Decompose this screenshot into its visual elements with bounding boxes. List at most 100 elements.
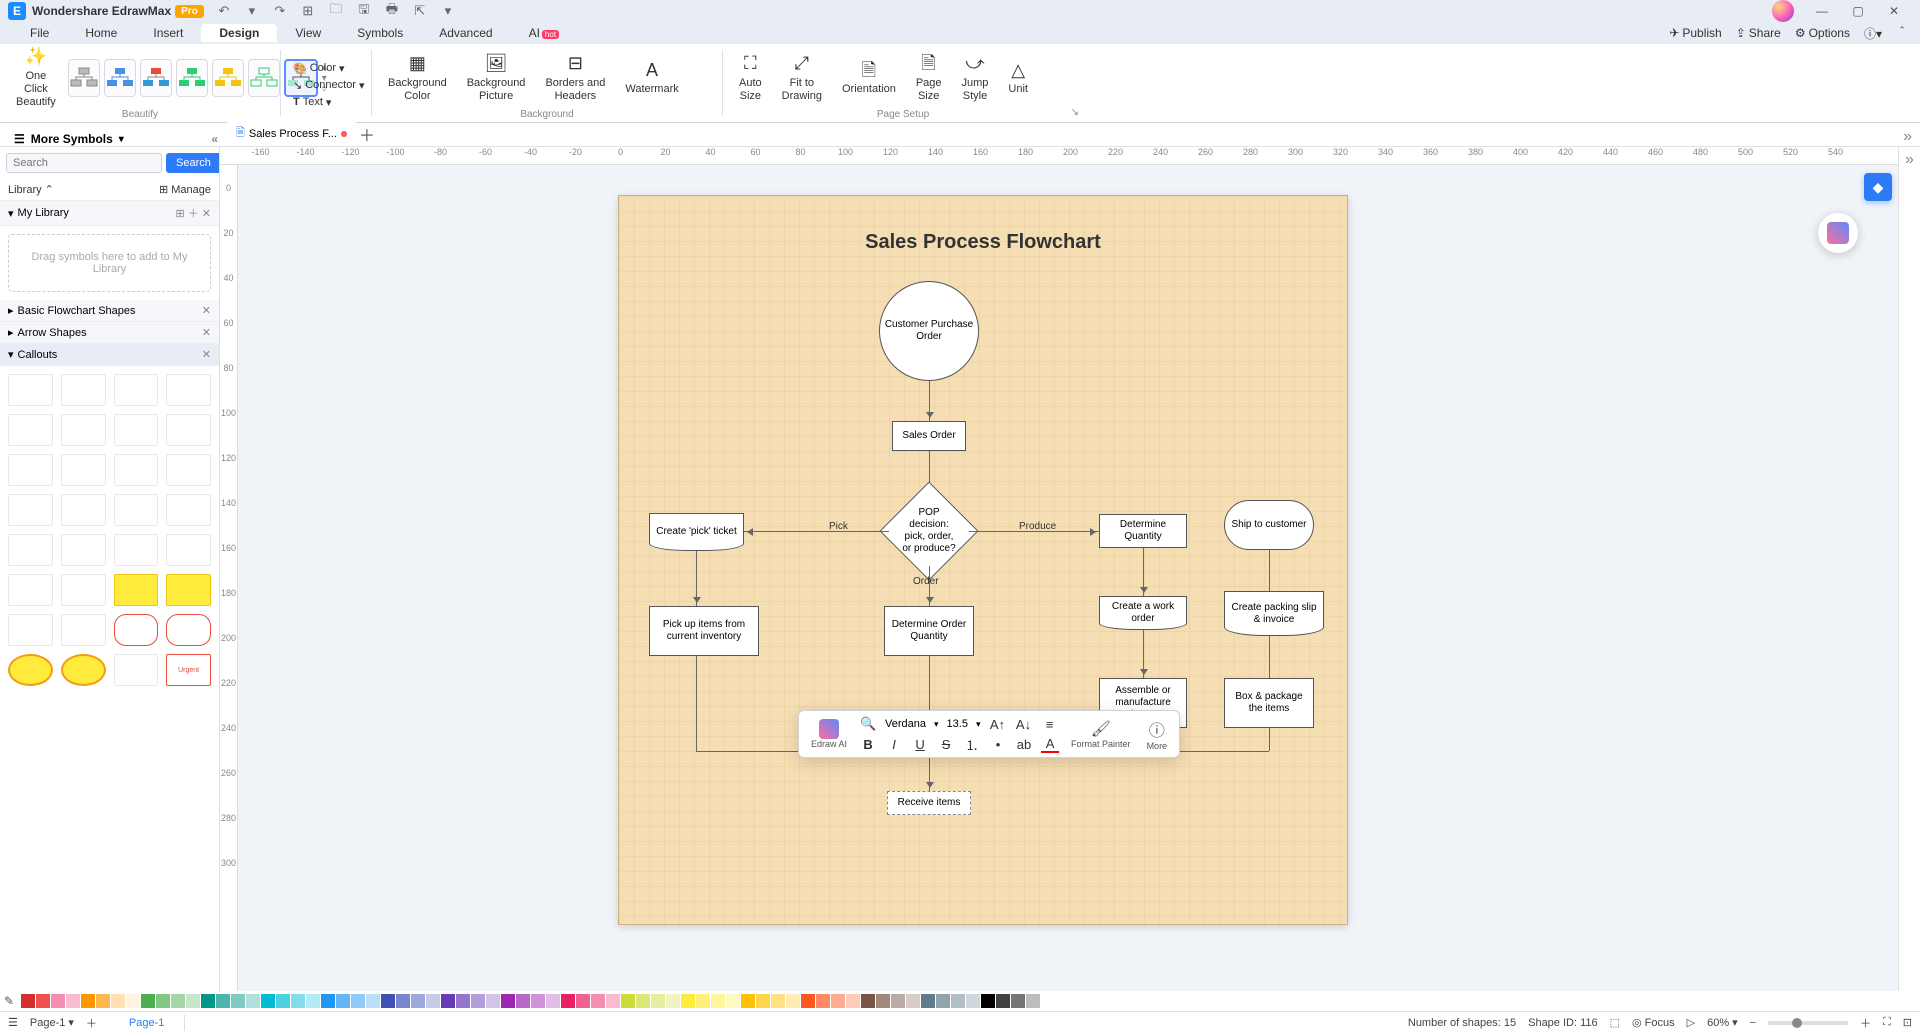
font-family-select[interactable]: Verdana — [885, 718, 926, 730]
color-swatch[interactable] — [516, 994, 530, 1008]
fit-page-icon[interactable]: ⛶ — [1883, 1016, 1891, 1029]
color-swatch[interactable] — [846, 994, 860, 1008]
color-swatch[interactable] — [1011, 994, 1025, 1008]
callout-shape[interactable] — [114, 574, 159, 606]
borders-headers-button[interactable]: ⊟Borders and Headers — [537, 48, 613, 108]
connector[interactable] — [1269, 728, 1270, 751]
color-swatch[interactable] — [891, 994, 905, 1008]
presentation-icon[interactable]: ▷ — [1687, 1016, 1695, 1029]
menu-home[interactable]: Home — [67, 24, 135, 42]
format-painter-button[interactable]: 🖌 Format Painter — [1067, 719, 1135, 749]
style-preset-2[interactable] — [104, 59, 136, 97]
color-swatch[interactable] — [666, 994, 680, 1008]
callout-shape[interactable] — [166, 534, 211, 566]
connector[interactable] — [1143, 548, 1144, 596]
print-icon[interactable]: 🖶 — [384, 3, 400, 19]
callout-shape[interactable] — [166, 574, 211, 606]
callout-shape[interactable] — [61, 614, 106, 646]
right-panel-collapsed[interactable]: » — [1898, 147, 1920, 991]
color-swatch[interactable] — [906, 994, 920, 1008]
decrease-font-icon[interactable]: A↓ — [1015, 715, 1033, 733]
my-library-drop-zone[interactable]: Drag symbols here to add to My Library — [8, 234, 211, 292]
maximize-button[interactable]: ▢ — [1840, 0, 1876, 22]
color-swatch[interactable] — [621, 994, 635, 1008]
callout-shape[interactable] — [8, 454, 53, 486]
add-tab-button[interactable]: ＋ — [357, 122, 377, 146]
callout-shape[interactable] — [166, 374, 211, 406]
callout-shape[interactable] — [166, 614, 211, 646]
callout-shape[interactable] — [61, 534, 106, 566]
callout-shape[interactable] — [61, 494, 106, 526]
page-select[interactable]: Page-1 ▾ — [30, 1016, 74, 1029]
page-setup-launcher[interactable]: ↘ — [1071, 107, 1079, 118]
shape-pick-ticket[interactable]: Create 'pick' ticket — [649, 513, 744, 551]
color-swatch[interactable] — [186, 994, 200, 1008]
library-dropdown[interactable]: Library ⌃ — [8, 183, 54, 196]
style-preset-6[interactable] — [248, 59, 280, 97]
color-swatch[interactable] — [81, 994, 95, 1008]
color-swatch[interactable] — [756, 994, 770, 1008]
color-swatch[interactable] — [816, 994, 830, 1008]
callout-shape[interactable] — [114, 534, 159, 566]
color-swatch[interactable] — [246, 994, 260, 1008]
color-swatch[interactable] — [321, 994, 335, 1008]
font-size-select[interactable]: 13.5 — [947, 718, 968, 730]
color-swatch[interactable] — [966, 994, 980, 1008]
callout-shape[interactable] — [61, 414, 106, 446]
shape-receive-items[interactable]: Receive items — [887, 791, 971, 815]
shape-determine-order-qty[interactable]: Determine Order Quantity — [884, 606, 974, 656]
color-swatch[interactable] — [501, 994, 515, 1008]
color-swatch[interactable] — [861, 994, 875, 1008]
color-swatch[interactable] — [831, 994, 845, 1008]
callout-shape[interactable] — [8, 654, 53, 686]
more-button[interactable]: ⓘ More — [1143, 717, 1172, 751]
canvas-scroll[interactable]: Sales Process Flowchart Customer Purchas… — [238, 165, 1898, 991]
color-swatch[interactable] — [261, 994, 275, 1008]
qat-more-icon[interactable]: ▾ — [440, 3, 456, 19]
basic-flowchart-section[interactable]: ▸Basic Flowchart Shapes✕ — [0, 300, 219, 322]
color-swatch[interactable] — [636, 994, 650, 1008]
document-tab[interactable]: 🗎 Sales Process F... — [226, 121, 357, 146]
callout-shape[interactable] — [114, 414, 159, 446]
strikethrough-icon[interactable]: S — [937, 735, 955, 753]
highlight-icon[interactable]: ab — [1015, 735, 1033, 753]
focus-button[interactable]: ◎ Focus — [1632, 1016, 1675, 1029]
color-swatch[interactable] — [771, 994, 785, 1008]
shape-packing-slip[interactable]: Create packing slip & invoice — [1224, 591, 1324, 636]
color-swatch[interactable] — [741, 994, 755, 1008]
background-color-button[interactable]: ▦Background Color — [380, 48, 455, 108]
zoom-out-button[interactable]: − — [1750, 1017, 1756, 1029]
auto-size-button[interactable]: ⛶Auto Size — [731, 48, 770, 108]
callout-shape[interactable]: Urgent — [166, 654, 211, 686]
shape-pickup[interactable]: Pick up items from current inventory — [649, 606, 759, 656]
connector[interactable] — [1269, 550, 1270, 591]
color-swatch[interactable] — [306, 994, 320, 1008]
symbol-search-button[interactable]: Search — [166, 153, 220, 173]
color-swatch[interactable] — [351, 994, 365, 1008]
color-swatch[interactable] — [381, 994, 395, 1008]
collapse-ribbon-button[interactable]: ＾ — [1896, 25, 1908, 42]
color-swatch[interactable] — [36, 994, 50, 1008]
style-preset-5[interactable] — [212, 59, 244, 97]
edraw-ai-button[interactable]: Edraw AI — [807, 719, 851, 749]
connector[interactable] — [1143, 630, 1144, 678]
numbered-list-icon[interactable]: ⒈ — [963, 735, 981, 753]
page-size-button[interactable]: 🗎Page Size — [908, 48, 950, 108]
color-swatch[interactable] — [561, 994, 575, 1008]
color-swatch[interactable] — [171, 994, 185, 1008]
close-basic-icon[interactable]: ✕ — [202, 304, 211, 317]
share-button[interactable]: ⇪Share — [1736, 26, 1781, 40]
callout-shape[interactable] — [166, 494, 211, 526]
undo-icon[interactable]: ↶ — [216, 3, 232, 19]
color-swatch[interactable] — [51, 994, 65, 1008]
undo-dropdown-icon[interactable]: ▾ — [244, 3, 260, 19]
color-swatch[interactable] — [591, 994, 605, 1008]
watermark-button[interactable]: AWatermark — [617, 48, 686, 108]
callouts-section[interactable]: ▾Callouts✕ — [0, 344, 219, 366]
eyedropper-icon[interactable]: ✎ — [4, 994, 20, 1008]
color-swatch[interactable] — [531, 994, 545, 1008]
color-swatch[interactable] — [696, 994, 710, 1008]
callout-shape[interactable] — [166, 454, 211, 486]
close-arrow-icon[interactable]: ✕ — [202, 326, 211, 339]
color-swatch[interactable] — [156, 994, 170, 1008]
